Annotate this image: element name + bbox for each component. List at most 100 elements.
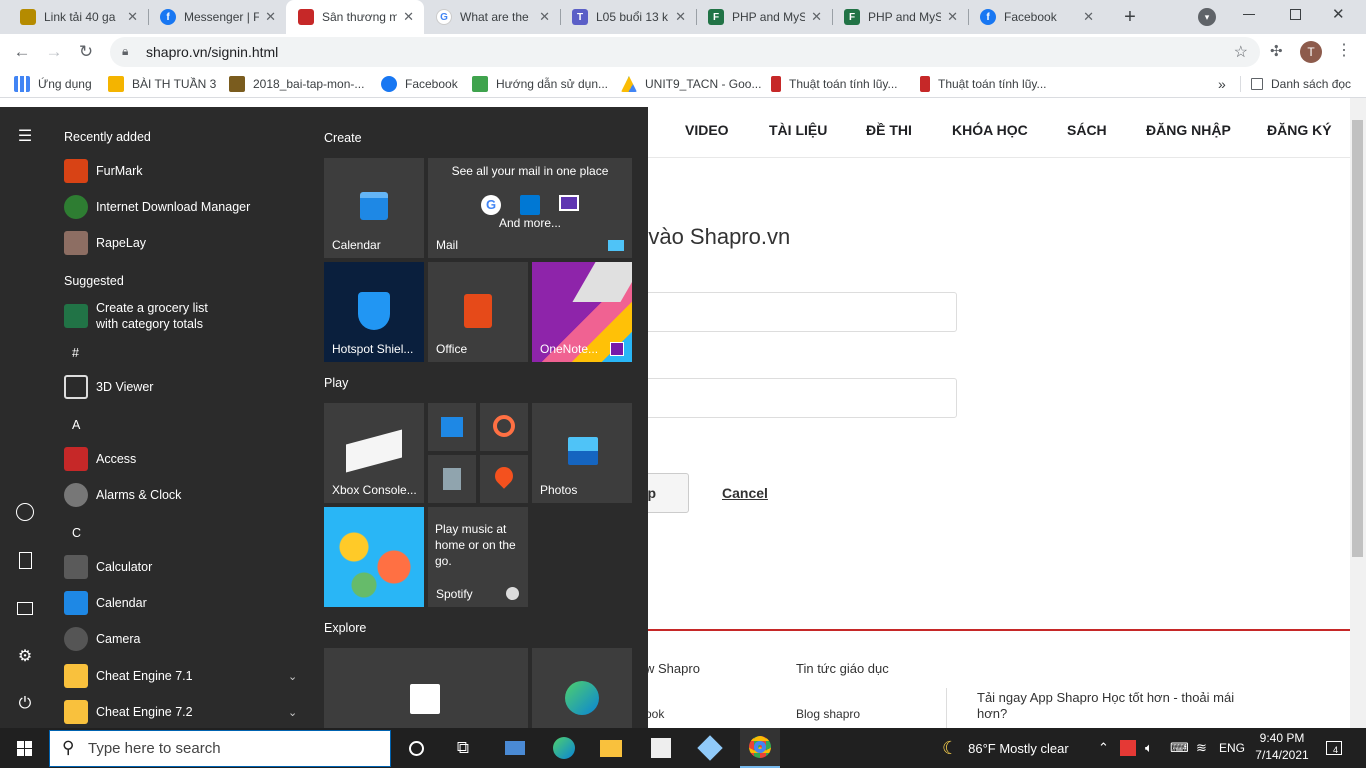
chrome-icon[interactable] (740, 728, 780, 768)
close-tab-icon[interactable]: ✕ (127, 9, 138, 25)
tile-movies[interactable] (428, 403, 476, 451)
reload-icon[interactable]: ↻ (74, 40, 98, 64)
hamburger-icon[interactable]: ☰ (13, 124, 37, 148)
power-icon[interactable]: ⏻ (13, 692, 37, 716)
chevron-down-icon[interactable]: ⌄ (288, 706, 297, 719)
app-idm[interactable]: Internet Download Manager (64, 192, 250, 222)
cortana-icon[interactable] (396, 728, 436, 768)
extensions-icon[interactable]: ✣ (1270, 42, 1283, 60)
nav-register[interactable]: ĐĂNG KÝ (1267, 122, 1332, 138)
app-rapelay[interactable]: RapeLay (64, 228, 146, 258)
volume-icon[interactable]: 🔈︎ (1145, 728, 1153, 768)
tile-microsoft-store[interactable] (324, 648, 528, 728)
tile-photos[interactable]: Photos (532, 403, 632, 503)
pictures-icon[interactable] (13, 596, 37, 620)
tray-app-icon[interactable] (1120, 728, 1136, 768)
minimize-icon[interactable] (1243, 14, 1255, 15)
reading-list[interactable]: Danh sách đọc (1251, 74, 1351, 94)
close-tab-icon[interactable]: ✕ (675, 9, 686, 25)
app-alarms[interactable]: Alarms & Clock (64, 480, 181, 510)
tile-calendar[interactable]: Calendar (324, 158, 424, 258)
bookmark-item[interactable]: UNIT9_TACN - Goo... (621, 74, 761, 94)
nav-video[interactable]: VIDEO (685, 122, 729, 138)
clock[interactable]: 9:40 PM 7/14/2021 (1250, 730, 1314, 766)
edge-icon[interactable] (544, 728, 584, 768)
letter-header[interactable]: # (72, 346, 79, 360)
bookmark-item[interactable]: Hướng dẫn sử dụn... (472, 74, 608, 94)
app-access[interactable]: Access (64, 444, 136, 474)
bookmark-star-icon[interactable]: ☆ (1234, 42, 1248, 62)
bookmark-item[interactable]: Facebook (381, 74, 458, 94)
tray-overflow-icon[interactable]: ⌃ (1098, 728, 1109, 768)
tile-microsoft-edge[interactable] (532, 648, 632, 728)
nav-exams[interactable]: ĐỀ THI (866, 122, 912, 138)
browser-tab[interactable]: FPHP and MySQ✕ (832, 0, 968, 34)
account-icon[interactable] (13, 500, 37, 524)
nav-courses[interactable]: KHÓA HỌC (952, 122, 1028, 138)
app-furmark[interactable]: FurMark (64, 156, 143, 186)
bookmark-item[interactable]: BÀI TH TUẦN 3 (108, 74, 216, 94)
store-icon[interactable] (641, 728, 681, 768)
tile-farm-heroes-saga[interactable] (324, 507, 424, 607)
tile-mail[interactable]: See all your mail in one place G And mor… (428, 158, 632, 258)
language-indicator[interactable]: ENG (1219, 728, 1245, 768)
weather-widget[interactable]: ☾ 86°F Mostly clear (942, 728, 1069, 768)
tile-spotify[interactable]: Play music at home or on the go. Spotify (428, 507, 528, 607)
wifi-icon[interactable]: ≋ (1196, 728, 1207, 768)
tile-calculator[interactable] (428, 455, 476, 503)
app-folder-cheat-engine-71[interactable]: Cheat Engine 7.1 ⌄ (64, 661, 304, 691)
taskbar-search-input[interactable]: ⚲ Type here to search (49, 730, 391, 767)
bookmark-item[interactable]: 2018_bai-tap-mon-... (229, 74, 364, 94)
letter-header[interactable]: C (72, 526, 81, 540)
app-camera[interactable]: Camera (64, 624, 140, 654)
close-tab-icon[interactable]: ✕ (1083, 9, 1094, 25)
browser-tab[interactable]: G What are the ✕ (424, 0, 560, 34)
nav-documents[interactable]: TÀI LIỆU (769, 122, 827, 138)
bookmark-item[interactable]: Thuật toán tính lũy... (771, 74, 898, 94)
windows-start-icon[interactable] (4, 728, 44, 768)
browser-tab[interactable]: T L05 buổi 13 k ✕ (560, 0, 696, 34)
back-icon[interactable]: ← (10, 40, 34, 64)
new-tab-icon[interactable]: + (1118, 5, 1142, 29)
notifications-icon[interactable]: 4 (1326, 728, 1342, 768)
app-folder-cheat-engine-72[interactable]: Cheat Engine 7.2 ⌄ (64, 697, 304, 727)
tile-groove[interactable] (480, 403, 528, 451)
letter-header[interactable]: A (72, 418, 80, 432)
app-calculator[interactable]: Calculator (64, 552, 152, 582)
tile-maps[interactable] (480, 455, 528, 503)
3d-app-icon[interactable] (690, 728, 730, 768)
tile-office[interactable]: Office (428, 262, 528, 362)
username-field[interactable] (600, 292, 957, 332)
network-icon[interactable]: ⌨︎ (1170, 728, 1189, 768)
bookmark-item[interactable]: Thuật toán tính lũy... (920, 74, 1047, 94)
close-tab-icon[interactable]: ✕ (811, 9, 822, 25)
close-tab-icon[interactable]: ✕ (539, 9, 550, 25)
address-bar[interactable]: 🔒︎ shapro.vn/signin.html ☆ (110, 37, 1260, 67)
scrollbar-thumb[interactable] (1352, 120, 1363, 557)
close-tab-icon[interactable]: ✕ (265, 9, 276, 25)
password-field[interactable] (600, 378, 957, 418)
tab-search-icon[interactable]: ▾ (1198, 8, 1216, 26)
task-view-icon[interactable]: ⧉ (443, 728, 483, 768)
close-tab-icon[interactable]: ✕ (947, 9, 958, 25)
app-3d-viewer[interactable]: 3D Viewer (64, 372, 153, 402)
desktop-app-icon[interactable] (495, 728, 535, 768)
menu-icon[interactable]: ⋮ (1336, 40, 1352, 60)
nav-books[interactable]: SÁCH (1067, 122, 1107, 138)
tile-hotspot-shield[interactable]: Hotspot Shiel... (324, 262, 424, 362)
restore-icon[interactable] (1290, 9, 1301, 20)
tile-xbox-console[interactable]: Xbox Console... (324, 403, 424, 503)
footer-link[interactable]: Blog shapro (796, 707, 860, 721)
browser-tab[interactable]: FPHP and MySQ✕ (696, 0, 832, 34)
close-window-icon[interactable]: ✕ (1332, 5, 1345, 23)
cancel-link[interactable]: Cancel (722, 485, 768, 501)
chevron-down-icon[interactable]: ⌄ (288, 670, 297, 683)
nav-login[interactable]: ĐĂNG NHẬP (1146, 122, 1231, 138)
documents-icon[interactable] (13, 548, 37, 572)
tile-onenote[interactable]: OneNote... (532, 262, 632, 362)
browser-tab-active[interactable]: Sân thương m ✕ (286, 0, 424, 34)
avatar[interactable]: T (1300, 41, 1322, 63)
settings-icon[interactable]: ⚙ (13, 644, 37, 668)
more-bookmarks-icon[interactable]: » (1218, 74, 1226, 94)
browser-tab[interactable]: f Facebook ✕ (968, 0, 1104, 34)
